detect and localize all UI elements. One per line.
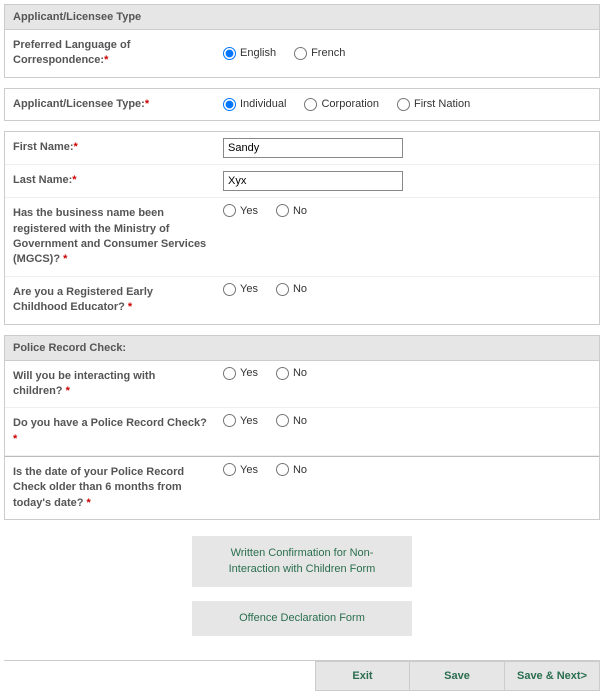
radio-interact-no-input[interactable] — [276, 367, 289, 380]
radio-rece-no[interactable]: No — [276, 283, 307, 296]
radio-interact-yes-input[interactable] — [223, 367, 236, 380]
non-interaction-form-button[interactable]: Written Confirmation for Non-Interaction… — [192, 536, 412, 587]
radio-prc-yes-input[interactable] — [223, 414, 236, 427]
radio-first-nation-input[interactable] — [397, 98, 410, 111]
label-have-prc: Do you have a Police Record Check? * — [5, 408, 215, 455]
radio-prc-yes[interactable]: Yes — [223, 414, 258, 427]
applicant-type-section: Applicant/Licensee Type Preferred Langua… — [4, 4, 600, 78]
radio-french[interactable]: French — [294, 47, 345, 60]
section-header-applicant-type: Applicant/Licensee Type — [5, 5, 599, 30]
action-bar: Exit Save Save & Next> — [4, 660, 600, 691]
value-have-prc: Yes No — [215, 408, 599, 455]
save-button[interactable]: Save — [410, 661, 505, 691]
value-prc-date: Yes No — [215, 457, 599, 519]
value-last-name — [215, 165, 599, 197]
label-rece: Are you a Registered Early Childhood Edu… — [5, 277, 215, 324]
row-interact-children: Will you be interacting with children? *… — [5, 361, 599, 409]
radio-first-nation[interactable]: First Nation — [397, 98, 470, 111]
row-mgcs: Has the business name been registered wi… — [5, 198, 599, 277]
radio-prc-no-input[interactable] — [276, 414, 289, 427]
radio-corporation-input[interactable] — [304, 98, 317, 111]
police-record-section: Police Record Check: Will you be interac… — [4, 335, 600, 521]
last-name-input[interactable] — [223, 171, 403, 191]
value-language: English French — [215, 30, 599, 77]
radio-individual[interactable]: Individual — [223, 98, 286, 111]
radio-english[interactable]: English — [223, 47, 276, 60]
radio-mgcs-no-input[interactable] — [276, 204, 289, 217]
label-last-name: Last Name:* — [5, 165, 215, 197]
first-name-input[interactable] — [223, 138, 403, 158]
radio-rece-yes-input[interactable] — [223, 283, 236, 296]
value-mgcs: Yes No — [215, 198, 599, 276]
radio-rece-no-input[interactable] — [276, 283, 289, 296]
value-applicant-type: Individual Corporation First Nation — [215, 89, 599, 120]
exit-button[interactable]: Exit — [315, 661, 410, 691]
label-applicant-type: Applicant/Licensee Type:* — [5, 89, 215, 120]
radio-prcdate-yes-input[interactable] — [223, 463, 236, 476]
radio-interact-no[interactable]: No — [276, 367, 307, 380]
radio-interact-yes[interactable]: Yes — [223, 367, 258, 380]
radio-mgcs-yes[interactable]: Yes — [223, 204, 258, 217]
value-interact-children: Yes No — [215, 361, 599, 408]
label-language: Preferred Language of Correspondence:* — [5, 30, 215, 77]
radio-prc-no[interactable]: No — [276, 414, 307, 427]
radio-french-input[interactable] — [294, 47, 307, 60]
applicant-name-section: First Name:* Last Name:* Has the busines… — [4, 131, 600, 324]
offence-declaration-form-button[interactable]: Offence Declaration Form — [192, 601, 412, 636]
label-prc-date: Is the date of your Police Record Check … — [5, 457, 215, 519]
row-have-prc: Do you have a Police Record Check? * Yes… — [5, 408, 599, 456]
save-next-button[interactable]: Save & Next> — [505, 661, 600, 691]
row-rece: Are you a Registered Early Childhood Edu… — [5, 277, 599, 324]
radio-english-input[interactable] — [223, 47, 236, 60]
radio-prcdate-no-input[interactable] — [276, 463, 289, 476]
row-last-name: Last Name:* — [5, 165, 599, 198]
row-first-name: First Name:* — [5, 132, 599, 165]
label-interact-children: Will you be interacting with children? * — [5, 361, 215, 408]
row-prc-date: Is the date of your Police Record Check … — [5, 456, 599, 519]
radio-mgcs-no[interactable]: No — [276, 204, 307, 217]
radio-rece-yes[interactable]: Yes — [223, 283, 258, 296]
radio-individual-input[interactable] — [223, 98, 236, 111]
radio-corporation[interactable]: Corporation — [304, 98, 378, 111]
form-link-buttons: Written Confirmation for Non-Interaction… — [4, 536, 600, 636]
value-rece: Yes No — [215, 277, 599, 324]
row-language: Preferred Language of Correspondence:* E… — [5, 30, 599, 77]
section-header-police-record: Police Record Check: — [5, 336, 599, 361]
row-applicant-type: Applicant/Licensee Type:* Individual Cor… — [5, 89, 599, 120]
applicant-details-section: Applicant/Licensee Type:* Individual Cor… — [4, 88, 600, 121]
radio-prcdate-no[interactable]: No — [276, 463, 307, 476]
value-first-name — [215, 132, 599, 164]
radio-prcdate-yes[interactable]: Yes — [223, 463, 258, 476]
radio-mgcs-yes-input[interactable] — [223, 204, 236, 217]
label-first-name: First Name:* — [5, 132, 215, 164]
label-mgcs: Has the business name been registered wi… — [5, 198, 215, 276]
